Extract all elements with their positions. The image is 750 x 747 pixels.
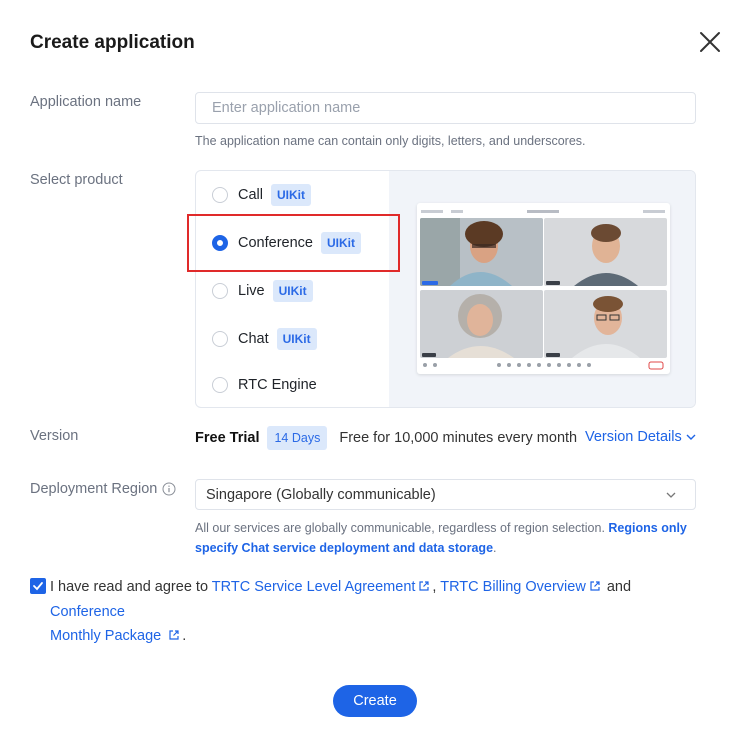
conference-package-link[interactable]: Conference Monthly Package [50, 603, 182, 644]
product-options: Call UIKit Conference UIKit Live UIKit C… [196, 171, 389, 407]
external-link-icon [419, 581, 430, 591]
uikit-badge: UIKit [270, 184, 311, 206]
participant-tile [420, 218, 543, 286]
app-name-label: Application name [30, 94, 142, 110]
radio-live[interactable] [212, 283, 228, 299]
agreement-and: and [606, 579, 632, 595]
agreement-period: . [182, 628, 187, 644]
product-preview [389, 171, 695, 407]
agreement-row: I have read and agree to TRTC Service Le… [30, 575, 710, 649]
selection-highlight [187, 214, 400, 272]
radio-chat[interactable] [212, 331, 228, 347]
preview-toolbar [421, 210, 665, 213]
version-label: Version [30, 428, 79, 444]
participant-tile [420, 290, 543, 358]
product-option-chat[interactable]: Chat UIKit [212, 326, 317, 352]
uikit-badge: UIKit [276, 328, 317, 350]
version-details-label: Version Details [585, 429, 682, 445]
sla-link-label: TRTC Service Level Agreement [211, 579, 416, 595]
product-option-call[interactable]: Call UIKit [212, 182, 311, 208]
agreement-text: I have read and agree to TRTC Service Le… [50, 575, 710, 649]
region-hint-bold: Regions only [608, 521, 687, 535]
version-details-link[interactable]: Version Details [585, 429, 697, 445]
close-icon[interactable] [698, 30, 722, 54]
product-name: Live [238, 283, 265, 299]
radio-call[interactable] [212, 187, 228, 203]
package-link-label: Monthly Package [50, 628, 162, 644]
chevron-down-icon [686, 434, 696, 440]
sla-link[interactable]: TRTC Service Level Agreement [212, 579, 433, 595]
version-plan: Free Trial [195, 430, 260, 446]
region-hint: All our services are globally communicab… [195, 518, 705, 558]
product-option-rtc-engine[interactable]: RTC Engine [212, 372, 317, 398]
region-select-value: Singapore (Globally communicable) [206, 486, 436, 503]
region-select[interactable]: Singapore (Globally communicable) [195, 479, 696, 510]
product-name: Chat [238, 331, 269, 347]
info-icon[interactable] [162, 482, 176, 496]
external-link-icon [169, 630, 179, 640]
uikit-badge: UIKit [272, 280, 313, 302]
deployment-region-label-wrap: Deployment Region [30, 481, 176, 497]
region-hint-period: . [493, 541, 497, 555]
region-hint-text: All our services are globally communicab… [195, 521, 605, 535]
app-name-hint: The application name can contain only di… [195, 134, 586, 148]
product-name: Call [238, 187, 263, 203]
product-selector: Call UIKit Conference UIKit Live UIKit C… [195, 170, 696, 408]
select-product-label: Select product [30, 172, 123, 188]
app-name-input[interactable] [195, 92, 696, 124]
product-option-live[interactable]: Live UIKit [212, 278, 313, 304]
conference-link-label: Conference [50, 603, 125, 620]
chevron-down-icon [666, 492, 676, 498]
external-link-icon [590, 581, 600, 591]
agreement-comma: , [432, 579, 437, 595]
preview-control-bar [423, 361, 664, 370]
create-button[interactable]: Create [333, 685, 417, 717]
conference-preview-image [417, 203, 670, 374]
participant-tile [544, 290, 667, 358]
trial-days-badge: 14 Days [267, 426, 328, 450]
version-description: Free for 10,000 minutes every month [339, 430, 578, 446]
version-info: Free Trial 14 Days Free for 10,000 minut… [195, 426, 577, 450]
create-application-dialog: Create application Application name The … [0, 0, 750, 747]
agreement-checkbox[interactable] [30, 578, 46, 594]
participant-tile [544, 218, 667, 286]
dialog-title: Create application [30, 32, 195, 53]
agreement-prefix: I have read and agree to [50, 579, 209, 595]
billing-link-label: TRTC Billing Overview [440, 579, 586, 595]
deployment-region-label: Deployment Region [30, 481, 158, 497]
radio-rtc-engine[interactable] [212, 377, 228, 393]
region-hint-bold-2: specify Chat service deployment and data… [195, 541, 494, 555]
billing-link[interactable]: TRTC Billing Overview [440, 579, 603, 595]
check-icon [33, 582, 43, 591]
product-name: RTC Engine [238, 377, 317, 393]
